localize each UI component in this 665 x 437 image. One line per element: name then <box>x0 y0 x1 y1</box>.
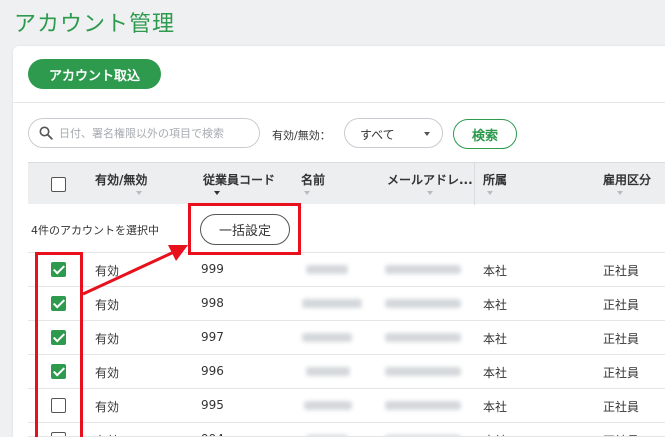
row-email-redacted <box>385 333 461 342</box>
sort-icon[interactable] <box>487 191 493 195</box>
column-header-email[interactable]: メールアドレ... <box>387 171 473 188</box>
select-all-checkbox[interactable] <box>51 177 66 192</box>
account-import-button[interactable]: アカウント取込 <box>28 59 161 89</box>
row-email-redacted <box>385 265 461 274</box>
row-employment-type: 正社員 <box>603 264 640 278</box>
row-employment-type: 正社員 <box>603 432 639 436</box>
row-status: 有効 <box>95 332 120 346</box>
status-filter-value: すべて <box>360 128 395 142</box>
search-box[interactable] <box>28 118 260 148</box>
row-checkbox[interactable] <box>51 432 66 436</box>
column-header-dept[interactable]: 所属 <box>483 171 507 188</box>
sort-icon[interactable] <box>136 191 142 195</box>
row-employee-code: 999 <box>201 262 224 276</box>
sort-icon[interactable] <box>304 191 310 195</box>
row-dept: 本社 <box>483 298 508 312</box>
row-name-redacted <box>304 401 352 410</box>
toolbar-divider <box>13 102 665 103</box>
row-status: 有効 <box>95 298 120 312</box>
row-status: 有効 <box>95 264 120 278</box>
status-filter-label: 有効/無効： <box>272 129 331 142</box>
row-dept: 本社 <box>483 332 508 346</box>
column-header-code[interactable]: 従業員コード <box>203 171 275 188</box>
row-dept: 本社 <box>483 366 508 380</box>
table-row[interactable]: 有効 999 本社 正社員 <box>28 253 665 287</box>
column-separator <box>474 163 475 205</box>
row-checkbox[interactable] <box>51 330 66 345</box>
row-email-redacted <box>385 367 461 376</box>
table-row[interactable]: 有効 997 本社 正社員 <box>28 321 665 355</box>
page-title: アカウント管理 <box>14 12 176 37</box>
row-dept: 本社 <box>483 264 508 278</box>
sort-icon[interactable] <box>214 191 220 195</box>
row-employee-code: 995 <box>201 398 224 412</box>
table-header: 有効/無効 従業員コード 名前 メールアドレ... 所属 雇用区分 <box>28 162 665 205</box>
row-status: 有効 <box>95 366 120 380</box>
column-header-name[interactable]: 名前 <box>301 171 325 188</box>
row-name-redacted <box>306 367 350 376</box>
row-status: 有効 <box>95 400 120 414</box>
table-row[interactable]: 有効 998 本社 正社員 <box>28 287 665 321</box>
row-employment-type: 正社員 <box>603 298 640 312</box>
row-employment-type: 正社員 <box>603 332 640 346</box>
row-employee-code: 994 <box>201 432 224 436</box>
row-checkbox[interactable] <box>51 398 66 413</box>
row-checkbox[interactable] <box>51 296 66 311</box>
status-filter-select[interactable]: すべて <box>344 118 443 148</box>
search-button[interactable]: 検索 <box>453 119 517 149</box>
row-dept: 本社 <box>483 400 508 414</box>
row-dept: 本社 <box>483 432 507 436</box>
table-row[interactable]: 有効 995 本社 正社員 <box>28 389 665 423</box>
row-email-redacted <box>385 401 461 410</box>
table-row[interactable]: 有効 996 本社 正社員 <box>28 355 665 389</box>
chevron-down-icon <box>424 132 430 136</box>
table-row[interactable]: 有効 994 本社 正社員 <box>28 423 665 437</box>
row-employment-type: 正社員 <box>603 366 640 380</box>
sort-icon[interactable] <box>617 191 623 195</box>
row-name-redacted <box>306 265 348 274</box>
search-input[interactable] <box>59 124 255 142</box>
row-name-redacted <box>302 333 352 342</box>
row-employee-code: 997 <box>201 330 224 344</box>
selection-count-text: 4件のアカウントを選択中 <box>31 224 159 237</box>
row-employee-code: 996 <box>201 364 224 378</box>
row-employee-code: 998 <box>201 296 224 310</box>
sort-icon[interactable] <box>427 191 433 195</box>
row-checkbox[interactable] <box>51 364 66 379</box>
row-employment-type: 正社員 <box>603 400 640 414</box>
row-email-redacted <box>385 299 461 308</box>
row-status: 有効 <box>95 432 119 436</box>
row-checkbox[interactable] <box>51 262 66 277</box>
column-header-employment-type[interactable]: 雇用区分 <box>603 171 651 188</box>
column-header-status[interactable]: 有効/無効 <box>95 171 147 188</box>
row-name-redacted <box>302 299 362 308</box>
search-icon <box>39 126 53 140</box>
bulk-settings-button[interactable]: 一括設定 <box>200 214 290 245</box>
